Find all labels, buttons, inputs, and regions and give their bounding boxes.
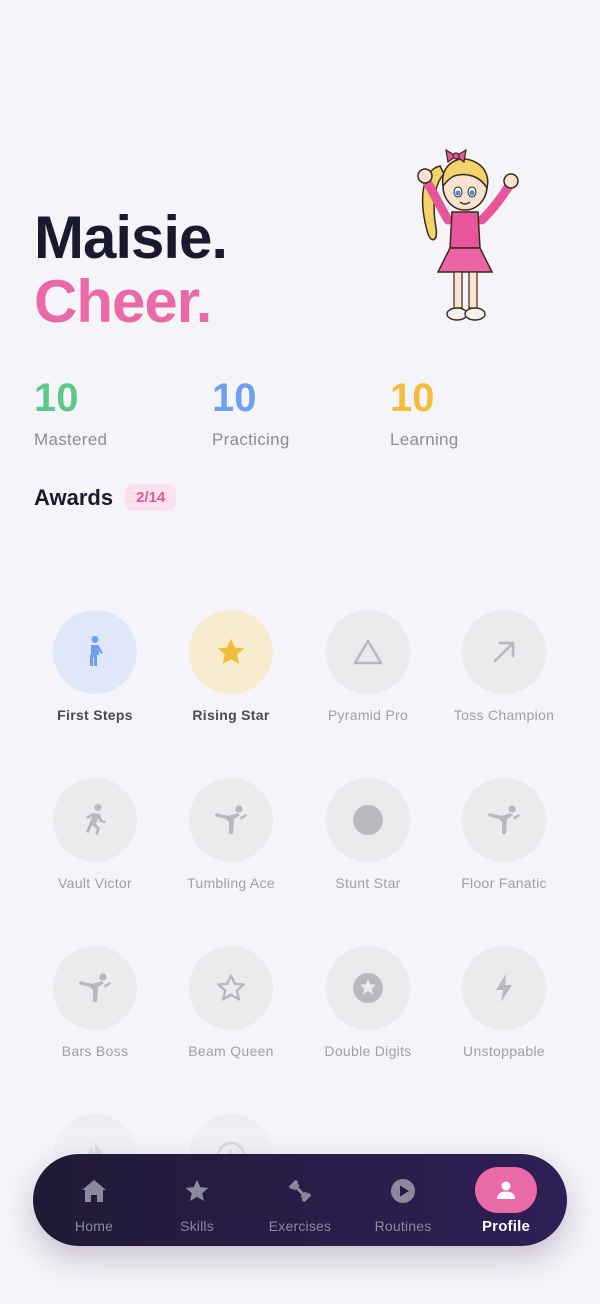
profile-header: Maisie. Cheer. — [34, 204, 228, 335]
cheerleader-avatar-illustration — [417, 148, 519, 321]
stat-learning: 10 Learning — [390, 376, 459, 450]
award-beam-queen[interactable]: Beam Queen — [163, 946, 299, 1059]
star-circle-icon — [353, 973, 383, 1003]
award-floor-fanatic[interactable]: Floor Fanatic — [436, 778, 572, 891]
profile-name: Maisie. — [34, 204, 228, 271]
award-label: First Steps — [57, 707, 133, 723]
filled-circle-icon — [353, 805, 383, 835]
tab-label: Skills — [180, 1218, 214, 1234]
triangle-icon — [353, 639, 383, 665]
award-badge — [189, 778, 273, 862]
award-toss-champion[interactable]: Toss Champion — [436, 610, 572, 723]
award-badge — [326, 946, 410, 1030]
award-rising-star[interactable]: Rising Star — [163, 610, 299, 723]
stat-mastered-value: 10 — [34, 376, 79, 420]
award-bars-boss[interactable]: Bars Boss — [27, 946, 163, 1059]
tab-label: Profile — [481, 1218, 531, 1235]
bottom-tab-bar: Home Skills Exercises Routines Profile — [33, 1154, 567, 1246]
award-double-digits[interactable]: Double Digits — [300, 946, 436, 1059]
award-badge — [189, 946, 273, 1030]
award-vault-victor[interactable]: Vault Victor — [27, 778, 163, 891]
lightning-bolt-icon — [496, 974, 512, 1002]
award-tumbling-ace[interactable]: Tumbling Ace — [163, 778, 299, 891]
award-pyramid-pro[interactable]: Pyramid Pro — [300, 610, 436, 723]
awards-title: Awards — [34, 484, 114, 510]
award-unstoppable[interactable]: Unstoppable — [436, 946, 572, 1059]
award-label: Unstoppable — [463, 1043, 545, 1059]
martial-arts-kick-icon — [79, 973, 111, 1002]
dumbbell-icon — [289, 1180, 311, 1202]
award-badge — [189, 610, 273, 694]
home-icon — [82, 1180, 106, 1202]
stat-mastered-label: Mastered — [34, 430, 108, 449]
star-icon — [217, 638, 245, 664]
award-stunt-star[interactable]: Stunt Star — [300, 778, 436, 891]
award-label: Vault Victor — [58, 875, 132, 891]
play-circle-icon — [391, 1179, 415, 1203]
tab-label: Routines — [374, 1218, 432, 1234]
arrow-up-right-icon — [493, 641, 515, 663]
award-label: Bars Boss — [61, 1043, 129, 1059]
tab-routines[interactable]: Routines — [353, 1154, 453, 1246]
stat-practicing: 10 Practicing — [212, 376, 290, 450]
stat-practicing-label: Practicing — [212, 430, 290, 449]
award-badge — [326, 778, 410, 862]
star-outline-icon — [217, 974, 245, 1001]
award-badge — [53, 778, 137, 862]
award-label: Rising Star — [192, 707, 270, 723]
running-person-icon — [86, 804, 106, 835]
award-label: Stunt Star — [335, 875, 401, 891]
award-label: Toss Champion — [453, 707, 555, 723]
stat-learning-value: 10 — [390, 376, 435, 420]
award-badge — [53, 610, 137, 694]
stats-row: 10 Mastered 10 Practicing 10 Learning — [34, 376, 574, 456]
tab-label: Home — [74, 1218, 114, 1234]
star-icon — [185, 1179, 209, 1201]
tab-home[interactable]: Home — [44, 1154, 144, 1246]
stat-mastered: 10 Mastered — [34, 376, 107, 450]
stat-practicing-value: 10 — [212, 376, 257, 420]
award-label: Double Digits — [324, 1043, 412, 1059]
award-label: Floor Fanatic — [461, 875, 547, 891]
award-label: Beam Queen — [188, 1043, 274, 1059]
stat-learning-label: Learning — [390, 430, 459, 449]
profile-sport: Cheer. — [34, 268, 212, 335]
award-badge — [53, 946, 137, 1030]
award-badge — [462, 946, 546, 1030]
award-badge — [326, 610, 410, 694]
tab-label: Exercises — [268, 1218, 332, 1234]
award-label: Tumbling Ace — [187, 875, 275, 891]
tab-skills[interactable]: Skills — [147, 1154, 247, 1246]
award-first-steps[interactable]: First Steps — [27, 610, 163, 723]
awards-header: Awards 2/14 — [34, 484, 177, 511]
award-label: Pyramid Pro — [327, 707, 409, 723]
martial-arts-kick-icon — [215, 805, 247, 834]
awards-count-badge: 2/14 — [125, 484, 177, 511]
award-badge — [462, 610, 546, 694]
tab-profile[interactable]: Profile — [456, 1154, 556, 1246]
tab-exercises[interactable]: Exercises — [250, 1154, 350, 1246]
award-badge — [462, 778, 546, 862]
martial-arts-kick-icon — [488, 805, 520, 834]
walking-person-icon — [90, 636, 103, 666]
person-icon — [497, 1181, 515, 1199]
